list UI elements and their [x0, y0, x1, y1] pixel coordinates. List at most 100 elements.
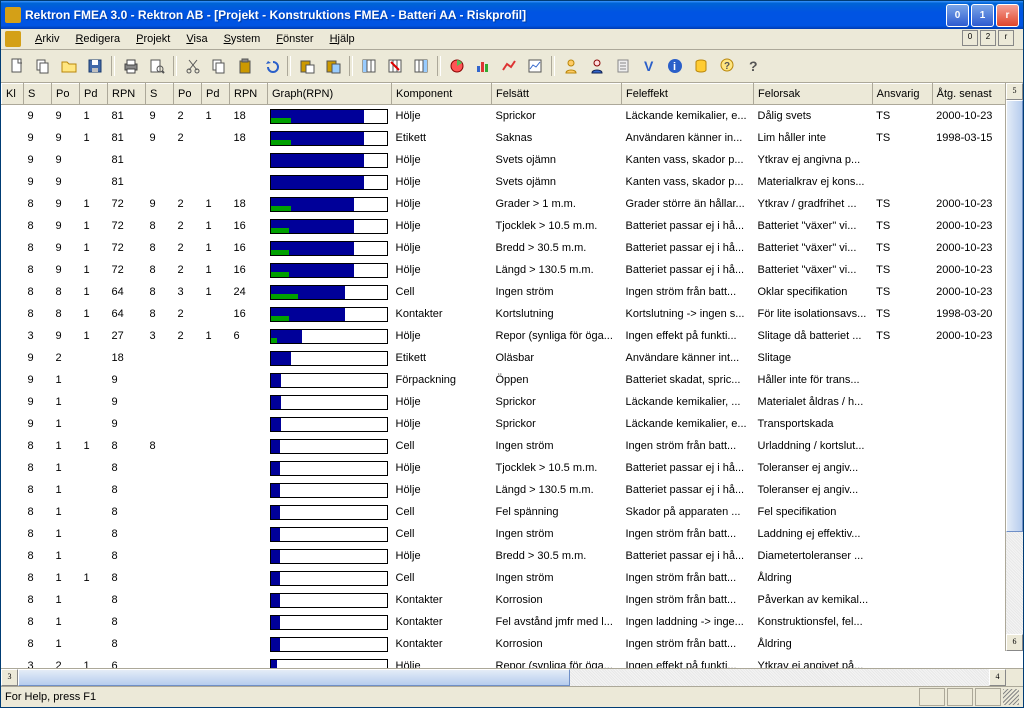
col-header-tgsenast[interactable]: Åtg. senast — [932, 84, 1008, 105]
cell[interactable] — [174, 523, 202, 545]
mdi-restore-button[interactable]: 2 — [980, 30, 996, 46]
cell[interactable]: 1 — [202, 237, 230, 259]
cell[interactable]: 9 — [108, 413, 146, 435]
cell[interactable] — [146, 413, 174, 435]
cell[interactable] — [2, 347, 24, 369]
cell[interactable]: Korrosion — [492, 589, 622, 611]
cell[interactable]: 1 — [202, 193, 230, 215]
cell[interactable] — [146, 457, 174, 479]
cell[interactable]: TS — [872, 281, 932, 303]
cell[interactable]: 8 — [24, 259, 52, 281]
cylinder-button[interactable] — [689, 54, 713, 78]
cell[interactable] — [230, 347, 268, 369]
cell[interactable]: Etikett — [392, 127, 492, 149]
cell[interactable] — [174, 347, 202, 369]
cell[interactable] — [174, 655, 202, 668]
cell[interactable] — [268, 567, 392, 589]
cell[interactable]: 16 — [230, 303, 268, 325]
scroll-thumb[interactable] — [1006, 100, 1023, 532]
table-row[interactable]: 3216HöljeRepor (synliga för öga...Ingen … — [2, 655, 1009, 668]
cell[interactable]: Hölje — [392, 655, 492, 668]
cell[interactable] — [932, 633, 1008, 655]
chart-pie-button[interactable] — [445, 54, 469, 78]
table-row[interactable]: 81188CellIngen strömIngen ström från bat… — [2, 435, 1009, 457]
cell[interactable]: Cell — [392, 567, 492, 589]
cell[interactable]: 1 — [52, 633, 80, 655]
table-row[interactable]: 9981HöljeSvets ojämnKanten vass, skador … — [2, 149, 1009, 171]
cell[interactable]: 8 — [108, 523, 146, 545]
cell[interactable]: Hölje — [392, 457, 492, 479]
cell[interactable] — [174, 589, 202, 611]
cell[interactable]: Ingen ström från batt... — [622, 435, 754, 457]
cell[interactable] — [202, 149, 230, 171]
cell[interactable]: 8 — [146, 303, 174, 325]
cell[interactable]: 1 — [52, 369, 80, 391]
cell[interactable]: Ingen ström — [492, 435, 622, 457]
cell[interactable] — [202, 413, 230, 435]
cell[interactable] — [80, 611, 108, 633]
col-header-pd[interactable]: Pd — [202, 84, 230, 105]
cell[interactable]: 16 — [230, 215, 268, 237]
cell[interactable]: 1 — [80, 567, 108, 589]
table-row[interactable]: 818KontakterFel avstånd jmfr med l...Ing… — [2, 611, 1009, 633]
cell[interactable] — [146, 655, 174, 668]
cell[interactable]: Ingen ström från batt... — [622, 633, 754, 655]
cell[interactable]: Ingen effekt på funkti... — [622, 325, 754, 347]
cell[interactable]: 1 — [202, 105, 230, 128]
cell[interactable]: Etikett — [392, 347, 492, 369]
cell[interactable] — [872, 171, 932, 193]
cell[interactable]: 9 — [146, 105, 174, 128]
cell[interactable]: Batteriet passar ej i hå... — [622, 237, 754, 259]
cell[interactable] — [174, 149, 202, 171]
cell[interactable]: Hölje — [392, 215, 492, 237]
open-button[interactable] — [57, 54, 81, 78]
cell[interactable]: Cell — [392, 435, 492, 457]
cell[interactable]: 1998-03-20 — [932, 303, 1008, 325]
menu-projekt[interactable]: Projekt — [128, 31, 178, 47]
cell[interactable] — [202, 369, 230, 391]
cell[interactable]: 2000-10-23 — [932, 215, 1008, 237]
cell[interactable]: 9 — [24, 171, 52, 193]
cell[interactable] — [174, 567, 202, 589]
cell[interactable] — [872, 149, 932, 171]
cell[interactable] — [174, 633, 202, 655]
cell[interactable] — [230, 457, 268, 479]
cell[interactable]: Fel avstånd jmfr med l... — [492, 611, 622, 633]
cell[interactable] — [932, 149, 1008, 171]
cell[interactable]: Kontakter — [392, 589, 492, 611]
cell[interactable] — [146, 347, 174, 369]
cell[interactable]: 1 — [80, 435, 108, 457]
cell[interactable]: 64 — [108, 281, 146, 303]
data-grid[interactable]: KlSPoPdRPNSPoPdRPNGraph(RPN)KomponentFel… — [1, 83, 1023, 668]
cell[interactable]: 1 — [80, 193, 108, 215]
cell[interactable] — [80, 369, 108, 391]
cell[interactable]: 8 — [108, 457, 146, 479]
cell[interactable]: 9 — [52, 325, 80, 347]
risk-table[interactable]: KlSPoPdRPNSPoPdRPNGraph(RPN)KomponentFel… — [1, 83, 1009, 668]
cell[interactable]: 9 — [24, 369, 52, 391]
cell[interactable]: 9 — [24, 127, 52, 149]
col-header-ansvarig[interactable]: Ansvarig — [872, 84, 932, 105]
cell[interactable]: 16 — [230, 237, 268, 259]
cell[interactable] — [230, 501, 268, 523]
cell[interactable] — [230, 611, 268, 633]
cell[interactable] — [146, 567, 174, 589]
cell[interactable] — [202, 655, 230, 668]
print-preview-button[interactable] — [145, 54, 169, 78]
cell[interactable]: Kontakter — [392, 633, 492, 655]
cell[interactable] — [174, 435, 202, 457]
cell[interactable]: 18 — [230, 193, 268, 215]
cell[interactable]: 8 — [108, 479, 146, 501]
cell[interactable]: Användare känner int... — [622, 347, 754, 369]
cell[interactable] — [202, 303, 230, 325]
cell[interactable]: Ingen ström från batt... — [622, 523, 754, 545]
cell[interactable] — [146, 391, 174, 413]
cell[interactable] — [174, 501, 202, 523]
cell[interactable] — [202, 347, 230, 369]
cell[interactable] — [230, 567, 268, 589]
cell[interactable] — [872, 501, 932, 523]
cell[interactable]: Hölje — [392, 413, 492, 435]
horizontal-scrollbar[interactable]: 3 4 — [1, 668, 1023, 686]
cell[interactable]: 2000-10-23 — [932, 237, 1008, 259]
cell[interactable]: 9 — [24, 347, 52, 369]
